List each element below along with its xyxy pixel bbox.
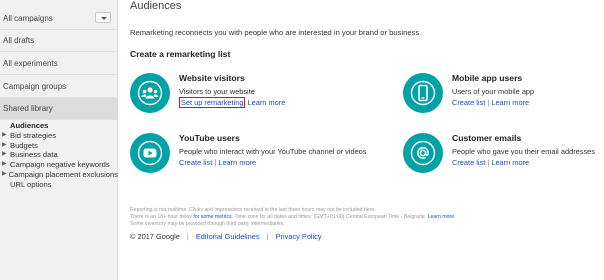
learn-more-link[interactable]: Learn more (218, 158, 256, 167)
youtube-play-icon (130, 133, 170, 173)
chevron-right-icon[interactable]: ▶ (2, 141, 10, 151)
sidebar-subitem-url-options[interactable]: URL options (0, 180, 118, 190)
create-list-link[interactable]: Create list (452, 158, 485, 167)
card-links: Create list | Learn more (452, 98, 530, 107)
chevron-right-icon[interactable]: ▶ (2, 131, 10, 141)
sidebar-subitem-business-data[interactable]: ▶ Business data (0, 150, 118, 160)
card-customer-emails: Customer emails People who gave you thei… (403, 133, 604, 173)
card-links: Create list | Learn more (179, 158, 257, 167)
learn-more-link[interactable]: Learn more (248, 98, 286, 107)
card-youtube-users: YouTube users People who interact with y… (130, 133, 367, 173)
some-metrics-link[interactable]: for some metrics (193, 214, 231, 220)
card-title: Website visitors (179, 73, 245, 83)
sidebar-item-label: All campaigns (3, 14, 53, 23)
card-title: Customer emails (452, 133, 522, 143)
email-at-icon (403, 133, 443, 173)
sidebar-subitem-label: Business data (10, 150, 58, 160)
footnote-line: Reporting is not realtime. Clicks and im… (130, 207, 376, 213)
learn-more-link[interactable]: Learn more (491, 158, 529, 167)
sidebar-subitem-bid-strategies[interactable]: ▶ Bid strategies (0, 131, 118, 141)
set-up-remarketing-link[interactable]: Set up remarketing (179, 97, 246, 108)
card-description: Users of your mobile app (452, 87, 535, 96)
intro-text: Remarketing reconnects you with people w… (130, 28, 422, 37)
chevron-right-icon[interactable]: ▶ (2, 150, 10, 160)
card-links: Create list | Learn more (452, 158, 530, 167)
card-title: Mobile app users (452, 73, 523, 83)
shared-library-list: Audiences ▶ Bid strategies ▶ Budgets ▶ B… (0, 121, 118, 190)
sidebar-item-shared-library[interactable]: Shared library (0, 98, 118, 120)
reporting-footnote: Reporting is not realtime. Clicks and im… (130, 207, 600, 228)
footnote-line: Some inventory may be provided through t… (130, 221, 285, 227)
sidebar-subitem-label: Audiences (10, 121, 49, 130)
card-website-visitors: Website visitors Visitors to your websit… (130, 73, 360, 113)
page-title: Audiences (130, 0, 182, 12)
sidebar-subitem-budgets[interactable]: ▶ Budgets (0, 141, 118, 151)
sidebar-item-label: All experiments (3, 59, 58, 68)
sidebar-subitem-label: Campaign placement exclusions (8, 169, 118, 179)
section-title: Create a remarketing list (130, 49, 231, 59)
sidebar-item-label: Campaign groups (3, 82, 67, 91)
sidebar-subitem-campaign-placement-exclusions[interactable]: ▶ Campaign placement exclusions (0, 170, 118, 180)
sidebar-subitem-audiences[interactable]: Audiences (0, 121, 118, 131)
card-description: People who gave you their email addresse… (452, 147, 595, 156)
card-links: Set up remarketing Learn more (179, 97, 286, 108)
create-list-link[interactable]: Create list (452, 98, 485, 107)
learn-more-link[interactable]: Learn more (491, 98, 529, 107)
footer-divider: | (186, 232, 189, 241)
campaigns-dropdown-button[interactable] (95, 12, 111, 23)
card-description: People who interact with your YouTube ch… (179, 147, 367, 156)
sidebar-subitem-label: Budgets (10, 140, 38, 150)
privacy-policy-link[interactable]: Privacy Policy (276, 232, 322, 241)
chevron-right-icon[interactable]: ▶ (2, 170, 9, 180)
website-visitors-icon (130, 73, 170, 113)
sidebar: All campaigns All drafts All experiments… (0, 0, 118, 280)
card-description: Visitors to your website (179, 87, 255, 96)
sidebar-subitem-campaign-negative-keywords[interactable]: ▶ Campaign negative keywords (0, 160, 118, 170)
learn-more-link[interactable]: Learn more (428, 214, 455, 220)
sidebar-item-campaign-groups[interactable]: Campaign groups (0, 76, 118, 98)
footer-divider: | (266, 232, 269, 241)
page-footer: © 2017 Google | Editorial Guidelines | P… (130, 232, 322, 241)
copyright-text: © 2017 Google (130, 232, 180, 241)
sidebar-item-all-experiments[interactable]: All experiments (0, 53, 118, 75)
chevron-right-icon[interactable]: ▶ (2, 160, 10, 170)
footnote-text: There is an 18+ hour delay (130, 214, 194, 220)
sidebar-item-label: Shared library (3, 104, 53, 113)
create-list-link[interactable]: Create list (179, 158, 212, 167)
main-content: Audiences Remarketing reconnects you wit… (130, 0, 604, 280)
editorial-guidelines-link[interactable]: Editorial Guidelines (196, 232, 260, 241)
footnote-line: There is an 18+ hour delay for some metr… (130, 214, 600, 221)
sidebar-subitem-label: URL options (10, 179, 52, 189)
sidebar-subitem-label: Campaign negative keywords (10, 160, 110, 170)
mobile-phone-icon (403, 73, 443, 113)
sidebar-subitem-label: Bid strategies (10, 130, 57, 140)
footnote-text: . Time zone for all dates and times: (GM… (231, 214, 428, 220)
sidebar-item-all-drafts[interactable]: All drafts (0, 30, 118, 52)
card-mobile-app-users: Mobile app users Users of your mobile ap… (403, 73, 604, 113)
chevron-down-icon (101, 17, 107, 20)
sidebar-item-label: All drafts (3, 36, 35, 45)
card-title: YouTube users (179, 133, 240, 143)
